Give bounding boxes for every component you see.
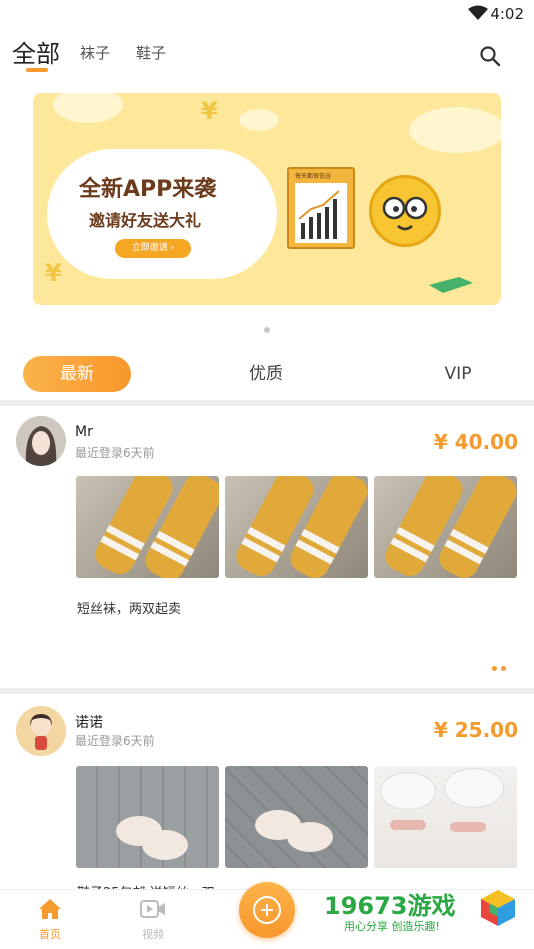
tab-all[interactable]: 全部 — [12, 34, 60, 69]
wifi-icon — [468, 5, 488, 20]
publish-button[interactable] — [239, 882, 295, 938]
banner-pager — [0, 318, 534, 333]
nav-home[interactable]: 首页 — [20, 898, 80, 942]
nav-video-label: 视频 — [142, 928, 164, 941]
avatar[interactable] — [16, 706, 66, 756]
status-bar: 4:02 — [0, 0, 534, 28]
search-icon[interactable] — [478, 44, 502, 68]
tab-shoes[interactable]: 鞋子 — [136, 42, 166, 63]
list-item[interactable]: 诺诺 最近登录6天前 ¥ 25.00 鞋子25包邮 送短丝一双 — [0, 694, 534, 894]
video-icon — [140, 900, 165, 918]
tab-vip[interactable]: VIP — [418, 356, 498, 392]
post-description: 短丝袜，两双起卖 — [77, 602, 182, 617]
tab-socks[interactable]: 袜子 — [80, 42, 110, 63]
watermark-title: 19673游戏 — [324, 892, 456, 920]
banner-title: 全新APP来袭 — [79, 177, 217, 202]
post-image[interactable] — [374, 476, 517, 578]
promo-banner[interactable]: ¥ ¥ 全新APP来袭 邀请好友送大礼 立即邀请 › 每天都很低谷 — [33, 93, 501, 305]
last-login: 最近登录6天前 — [75, 734, 155, 748]
active-tab-indicator — [26, 68, 48, 72]
price: ¥ 40.00 — [433, 430, 518, 454]
banner-subtitle: 邀请好友送大礼 — [89, 211, 202, 230]
status-time: 4:02 — [490, 5, 524, 23]
user-name: 诺诺 — [75, 715, 103, 731]
home-icon — [39, 899, 61, 919]
watermark-subtitle: 用心分享 创造乐趣! — [344, 920, 440, 933]
bar-chart-icon — [298, 190, 340, 239]
cube-logo-icon — [481, 890, 515, 926]
category-tabs: 全部 袜子 鞋子 — [0, 32, 534, 82]
post-image[interactable] — [225, 766, 368, 868]
yen-icon: ¥ — [201, 97, 218, 125]
post-image[interactable] — [76, 476, 219, 578]
nav-video[interactable]: 视频 — [123, 898, 183, 942]
chart-board-illustration: 每天都很低谷 — [287, 167, 355, 249]
pager-dot[interactable] — [264, 327, 270, 333]
avatar[interactable] — [16, 416, 66, 466]
post-image[interactable] — [374, 766, 517, 868]
yen-icon: ¥ — [45, 259, 62, 287]
tab-quality[interactable]: 优质 — [226, 356, 306, 392]
board-label: 每天都很低谷 — [295, 173, 332, 180]
invite-button[interactable]: 立即邀请 › — [115, 239, 191, 258]
list-item[interactable]: Mr 最近登录6天前 ¥ 40.00 短丝袜，两双起卖 — [0, 406, 534, 686]
book-icon — [429, 277, 473, 293]
more-options-icon[interactable] — [490, 660, 514, 674]
cloud-decoration — [53, 93, 123, 123]
watermark-logo: 19673游戏 用心分享 创造乐趣! — [324, 884, 524, 940]
price: ¥ 25.00 — [433, 718, 518, 742]
tab-newest[interactable]: 最新 — [23, 356, 131, 392]
post-image[interactable] — [225, 476, 368, 578]
post-image[interactable] — [76, 766, 219, 868]
cloud-decoration — [239, 109, 279, 131]
nav-home-label: 首页 — [39, 928, 61, 941]
coin-mascot-icon — [369, 175, 441, 247]
plus-icon — [253, 896, 281, 924]
cloud-decoration — [409, 107, 501, 153]
last-login: 最近登录6天前 — [75, 446, 155, 460]
user-name: Mr — [75, 424, 93, 440]
filter-tabs: 最新 优质 VIP — [0, 356, 534, 394]
